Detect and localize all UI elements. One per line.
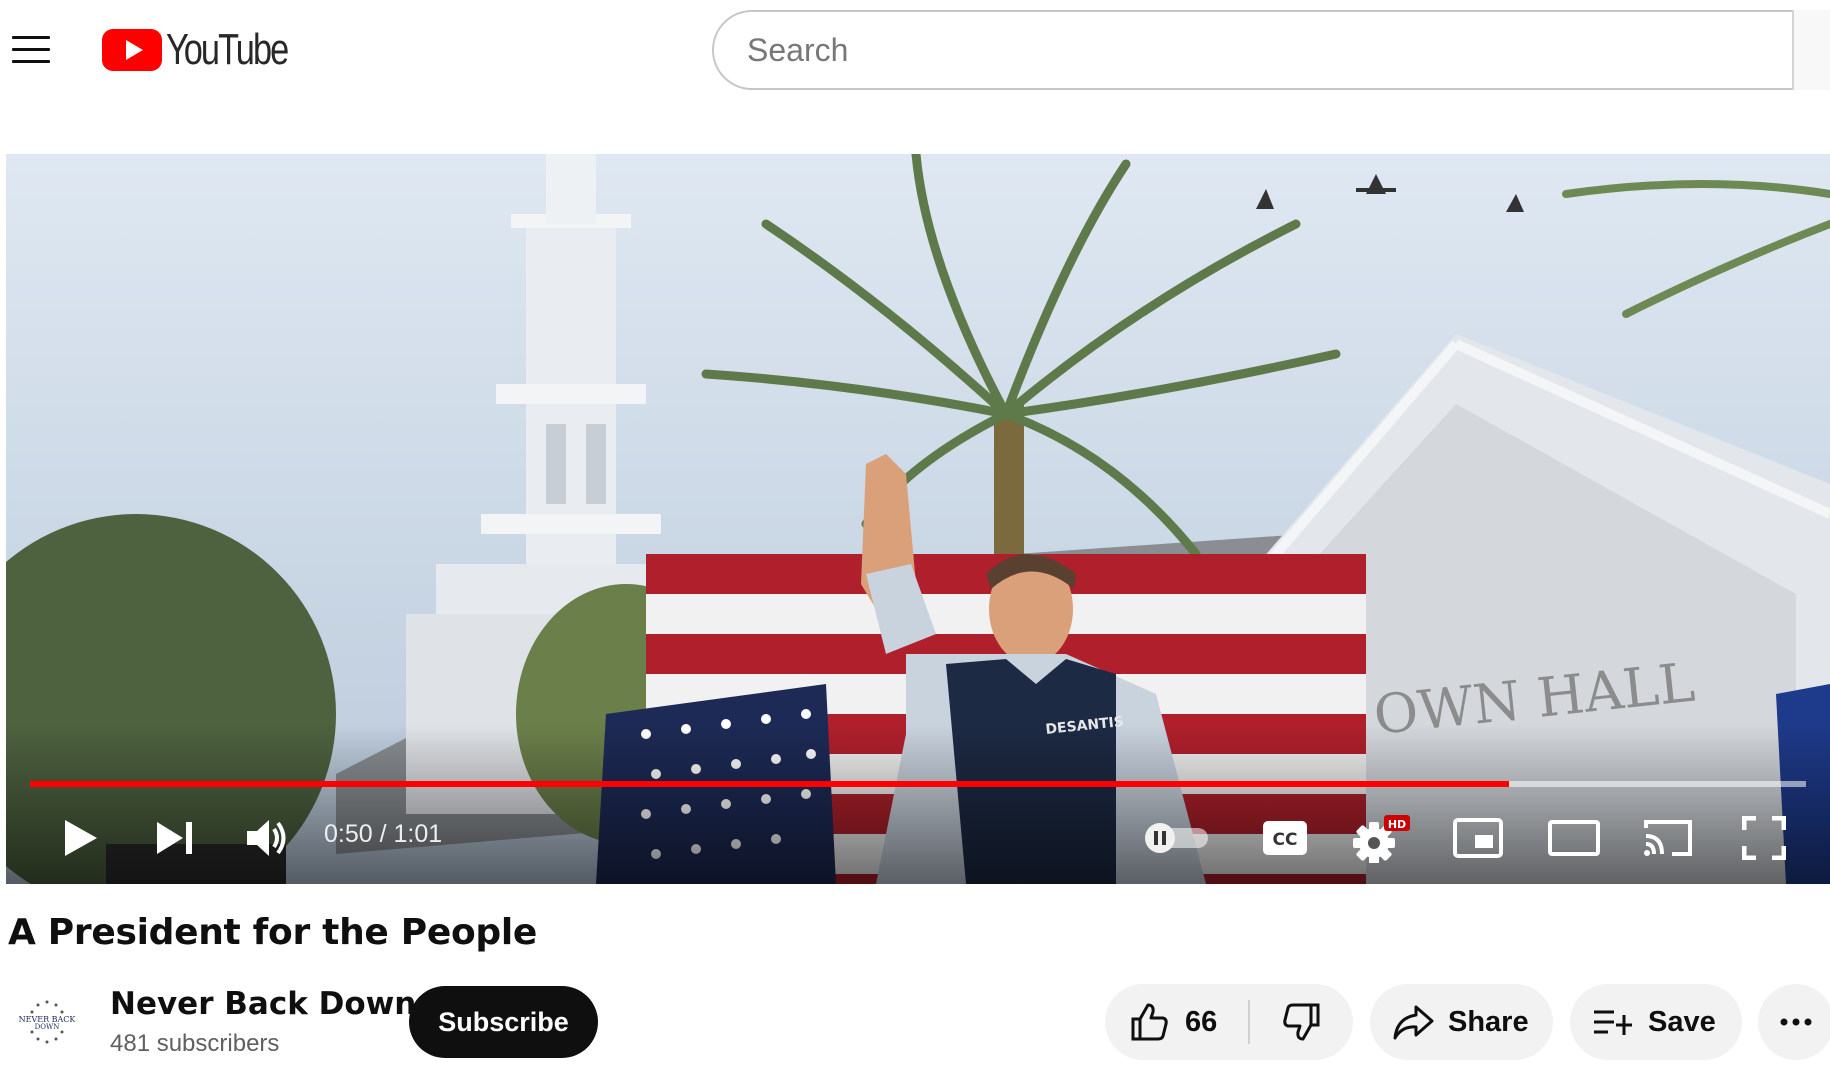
subscribe-button[interactable]: Subscribe — [409, 986, 598, 1058]
share-button[interactable]: Share — [1370, 984, 1553, 1060]
next-icon — [157, 822, 192, 854]
thumbs-up-icon — [1131, 1003, 1168, 1041]
autoplay-toggle[interactable] — [1136, 806, 1216, 870]
captions-icon: CC — [1263, 821, 1307, 855]
save-button[interactable]: Save — [1570, 984, 1742, 1060]
share-label: Share — [1448, 1005, 1529, 1038]
share-arrow-icon — [1393, 1005, 1434, 1040]
youtube-wordmark: YouTube — [166, 25, 289, 74]
cast-icon — [1644, 820, 1692, 856]
settings-gear-icon: HD — [1353, 815, 1410, 863]
theater-mode-icon — [1548, 820, 1600, 856]
masthead: YouTube — [0, 0, 1830, 100]
autoplay-toggle-icon — [1145, 823, 1208, 853]
hd-badge: HD — [1388, 818, 1406, 831]
miniplayer-button[interactable] — [1440, 806, 1516, 870]
settings-button[interactable]: HD — [1342, 806, 1418, 870]
like-divider — [1248, 1000, 1250, 1044]
play-button[interactable] — [46, 806, 116, 870]
video-title: A President for the People — [8, 912, 538, 953]
subscriber-count: 481 subscribers — [110, 1030, 280, 1057]
miniplayer-icon — [1453, 818, 1503, 858]
search-button[interactable] — [1792, 10, 1830, 90]
volume-button[interactable] — [232, 806, 302, 870]
like-count: 66 — [1185, 1005, 1218, 1038]
hamburger-menu-icon[interactable] — [12, 34, 50, 64]
video-player[interactable]: OWN HALL 0:50 / 1:01 CC HD — [6, 154, 1830, 884]
like-button[interactable]: 66 — [1105, 984, 1247, 1060]
dislike-button[interactable] — [1251, 984, 1353, 1060]
svg-text:DOWN: DOWN — [35, 1023, 60, 1031]
captions-button[interactable]: CC — [1250, 806, 1320, 870]
channel-name[interactable]: Never Back Down — [110, 986, 416, 1022]
theater-mode-button[interactable] — [1536, 806, 1612, 870]
time-display: 0:50 / 1:01 — [324, 820, 443, 848]
progress-bar[interactable] — [30, 781, 1806, 787]
like-dislike-group: 66 — [1105, 984, 1353, 1060]
channel-avatar[interactable]: NEVER BACK DOWN — [8, 996, 86, 1046]
next-button[interactable] — [140, 806, 210, 870]
search-input[interactable] — [714, 31, 1714, 69]
save-label: Save — [1648, 1005, 1716, 1038]
youtube-play-icon — [102, 29, 162, 71]
thumbs-down-icon — [1283, 1003, 1320, 1041]
volume-icon — [247, 820, 286, 856]
search-box[interactable] — [712, 10, 1830, 90]
fullscreen-icon — [1742, 816, 1786, 860]
more-dots-icon — [1780, 1018, 1812, 1026]
cast-button[interactable] — [1630, 806, 1706, 870]
save-playlist-icon — [1594, 1010, 1632, 1035]
play-icon — [65, 820, 97, 856]
captions-label: CC — [1273, 830, 1298, 850]
more-actions-button[interactable] — [1758, 984, 1830, 1060]
youtube-logo[interactable]: YouTube — [102, 28, 321, 72]
progress-played — [30, 781, 1510, 787]
fullscreen-button[interactable] — [1726, 806, 1802, 870]
